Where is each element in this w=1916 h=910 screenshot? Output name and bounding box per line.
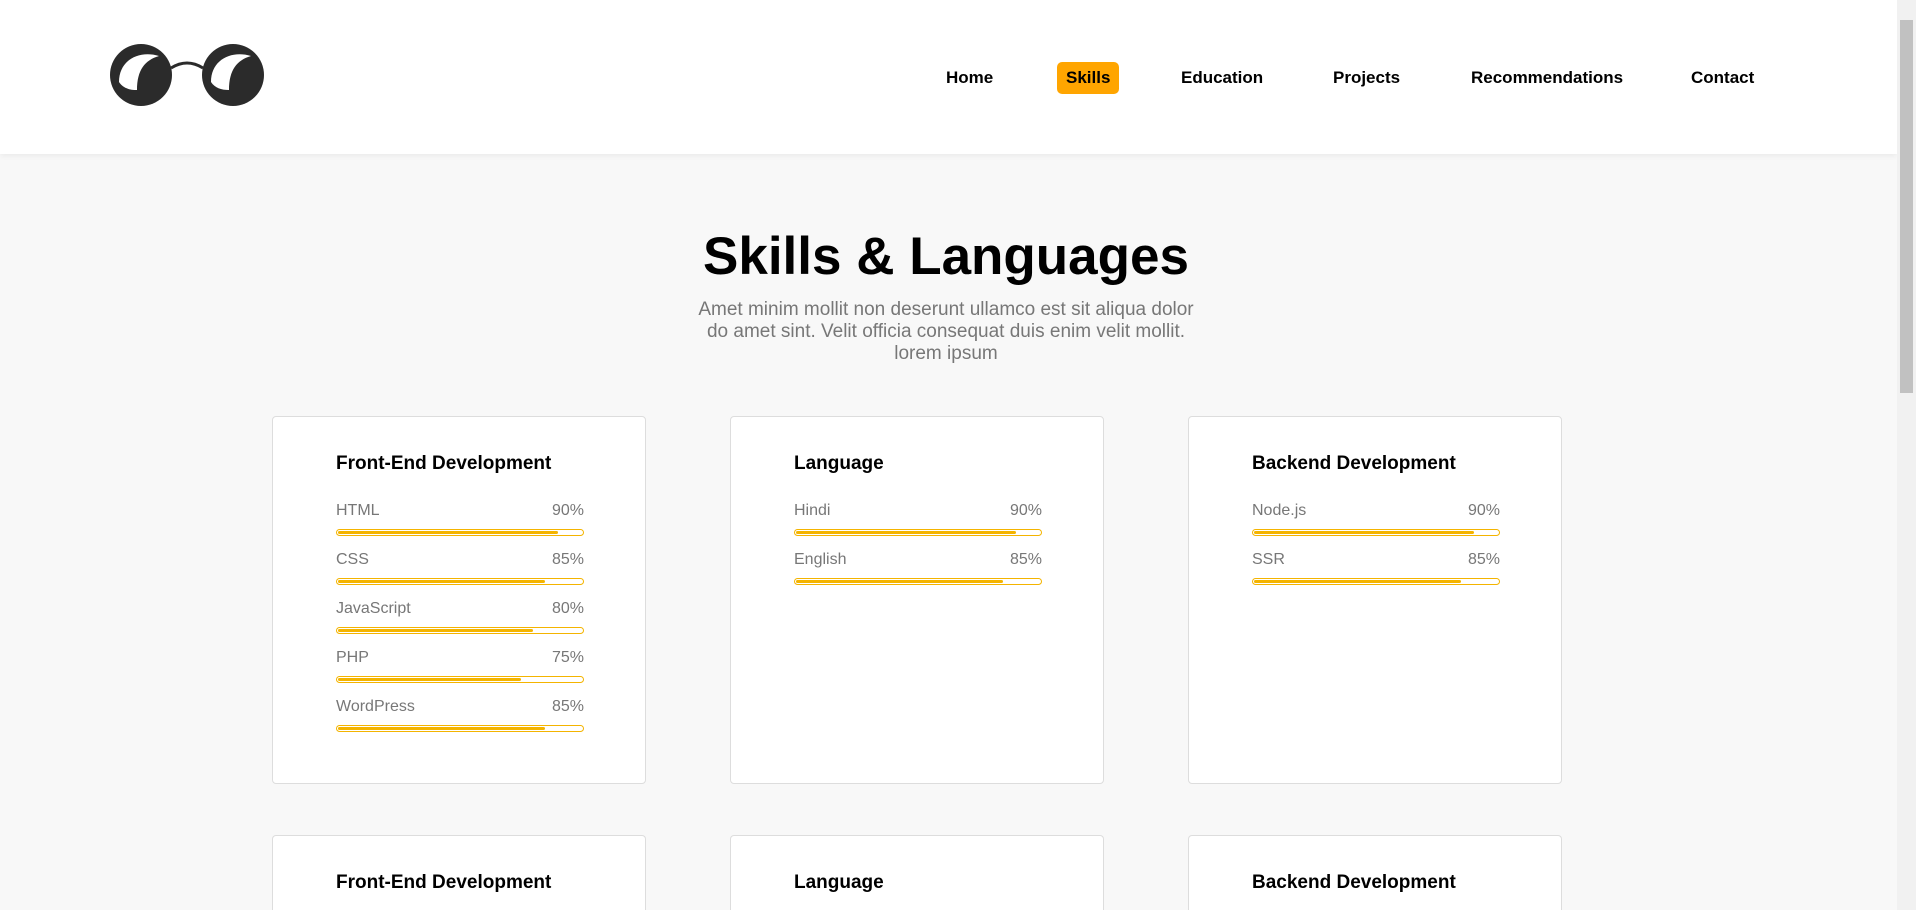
skill-item: PHP 75% bbox=[336, 649, 584, 689]
card-title: Backend Development bbox=[1252, 453, 1456, 474]
progress-fill bbox=[338, 727, 546, 730]
progress-bar bbox=[336, 676, 584, 683]
skill-item: WordPress 85% bbox=[336, 698, 584, 738]
card-title: Backend Development bbox=[1252, 872, 1456, 893]
progress-fill bbox=[338, 580, 546, 583]
skill-name: JavaScript bbox=[336, 600, 411, 617]
progress-fill bbox=[796, 531, 1016, 534]
skill-percent: 90% bbox=[1467, 502, 1500, 519]
nav-home[interactable]: Home bbox=[946, 62, 993, 94]
progress-fill bbox=[796, 580, 1004, 583]
progress-bar bbox=[794, 529, 1042, 536]
progress-fill bbox=[338, 531, 558, 534]
section-subtitle: Amet minim mollit non deserunt ullamco e… bbox=[698, 299, 1194, 364]
skill-percent: 75% bbox=[551, 649, 584, 666]
nav-projects[interactable]: Projects bbox=[1333, 62, 1400, 94]
progress-bar bbox=[336, 529, 584, 536]
skill-name: Hindi bbox=[794, 502, 831, 519]
skill-percent: 90% bbox=[1009, 502, 1042, 519]
skill-name: English bbox=[794, 551, 847, 568]
skill-percent: 85% bbox=[551, 698, 584, 715]
nav-recommendations[interactable]: Recommendations bbox=[1471, 62, 1623, 94]
progress-bar bbox=[794, 578, 1042, 585]
vertical-scrollbar[interactable] bbox=[1897, 0, 1916, 910]
skill-name: WordPress bbox=[336, 698, 415, 715]
progress-fill bbox=[338, 629, 534, 632]
skill-percent: 90% bbox=[551, 502, 584, 519]
nav-skills[interactable]: Skills bbox=[1057, 62, 1120, 94]
nav-education[interactable]: Education bbox=[1181, 62, 1263, 94]
skill-percent: 85% bbox=[1467, 551, 1500, 568]
skill-item: JavaScript 80% bbox=[336, 600, 584, 640]
skill-card-language: Language bbox=[730, 835, 1104, 910]
skill-percent: 85% bbox=[1009, 551, 1042, 568]
progress-bar bbox=[1252, 578, 1500, 585]
progress-bar bbox=[1252, 529, 1500, 536]
skill-name: Node.js bbox=[1252, 502, 1307, 519]
skill-card-language: Language Hindi 90% English 85% bbox=[730, 416, 1104, 784]
section-title: Skills & Languages bbox=[703, 227, 1189, 286]
skill-item: Node.js 90% bbox=[1252, 502, 1500, 542]
skill-name: PHP bbox=[336, 649, 369, 666]
skill-item: English 85% bbox=[794, 551, 1042, 591]
skill-item: SSR 85% bbox=[1252, 551, 1500, 591]
progress-fill bbox=[1254, 580, 1462, 583]
site-header: Home Skills Education Projects Recommend… bbox=[0, 0, 1897, 154]
skill-name: SSR bbox=[1252, 551, 1285, 568]
progress-bar bbox=[336, 725, 584, 732]
progress-fill bbox=[338, 678, 521, 681]
skill-card-backend: Backend Development Node.js 90% SSR 85% bbox=[1188, 416, 1562, 784]
skill-name: HTML bbox=[336, 502, 380, 519]
skill-card-frontend: Front-End Development bbox=[272, 835, 646, 910]
skill-item: Hindi 90% bbox=[794, 502, 1042, 542]
skill-card-frontend: Front-End Development HTML 90% CSS 85% J… bbox=[272, 416, 646, 784]
progress-bar bbox=[336, 627, 584, 634]
skill-percent: 80% bbox=[551, 600, 584, 617]
card-title: Language bbox=[794, 453, 884, 474]
skill-name: CSS bbox=[336, 551, 369, 568]
skill-item: HTML 90% bbox=[336, 502, 584, 542]
card-title: Front-End Development bbox=[336, 453, 552, 474]
progress-bar bbox=[336, 578, 584, 585]
card-title: Language bbox=[794, 872, 884, 893]
card-title: Front-End Development bbox=[336, 872, 552, 893]
scrollbar-thumb[interactable] bbox=[1900, 20, 1913, 393]
progress-fill bbox=[1254, 531, 1474, 534]
skill-item: CSS 85% bbox=[336, 551, 584, 591]
glasses-logo-icon[interactable] bbox=[109, 42, 265, 108]
skill-card-backend: Backend Development bbox=[1188, 835, 1562, 910]
skill-percent: 85% bbox=[551, 551, 584, 568]
nav-contact[interactable]: Contact bbox=[1691, 62, 1754, 94]
